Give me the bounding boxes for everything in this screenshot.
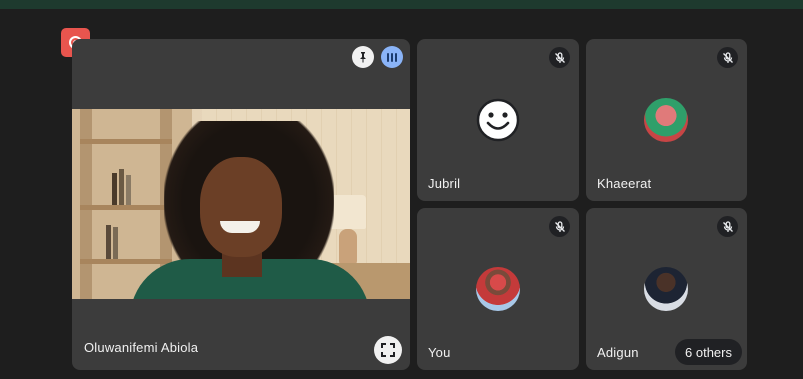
audio-level-icon xyxy=(381,46,403,68)
participant-name: Khaeerat xyxy=(597,176,652,191)
participant-tile-adigun[interactable]: Adigun 6 others xyxy=(586,208,747,370)
smiley-avatar-icon xyxy=(476,98,520,142)
participant-tile-khaeerat[interactable]: Khaeerat xyxy=(586,39,747,201)
avatar xyxy=(644,267,688,311)
mic-off-icon xyxy=(717,216,738,237)
participant-tile-jubril[interactable]: Jubril xyxy=(417,39,579,201)
participant-tile-you[interactable]: You xyxy=(417,208,579,370)
participant-name: Adigun xyxy=(597,345,639,360)
fullscreen-icon[interactable] xyxy=(374,336,402,364)
mic-off-icon xyxy=(549,216,570,237)
participant-video xyxy=(72,109,410,299)
mic-off-icon xyxy=(549,47,570,68)
participant-name: Jubril xyxy=(428,176,461,191)
participant-name: You xyxy=(428,345,451,360)
main-participant-tile[interactable]: Oluwanifemi Abiola xyxy=(72,39,410,370)
meeting-window: Oluwanifemi Abiola Jubril Khaeerat You A… xyxy=(0,0,803,379)
avatar xyxy=(476,267,520,311)
avatar xyxy=(644,98,688,142)
mic-off-icon xyxy=(717,47,738,68)
pin-icon[interactable] xyxy=(352,46,374,68)
participant-name: Oluwanifemi Abiola xyxy=(84,340,199,355)
others-count-button[interactable]: 6 others xyxy=(675,339,742,365)
